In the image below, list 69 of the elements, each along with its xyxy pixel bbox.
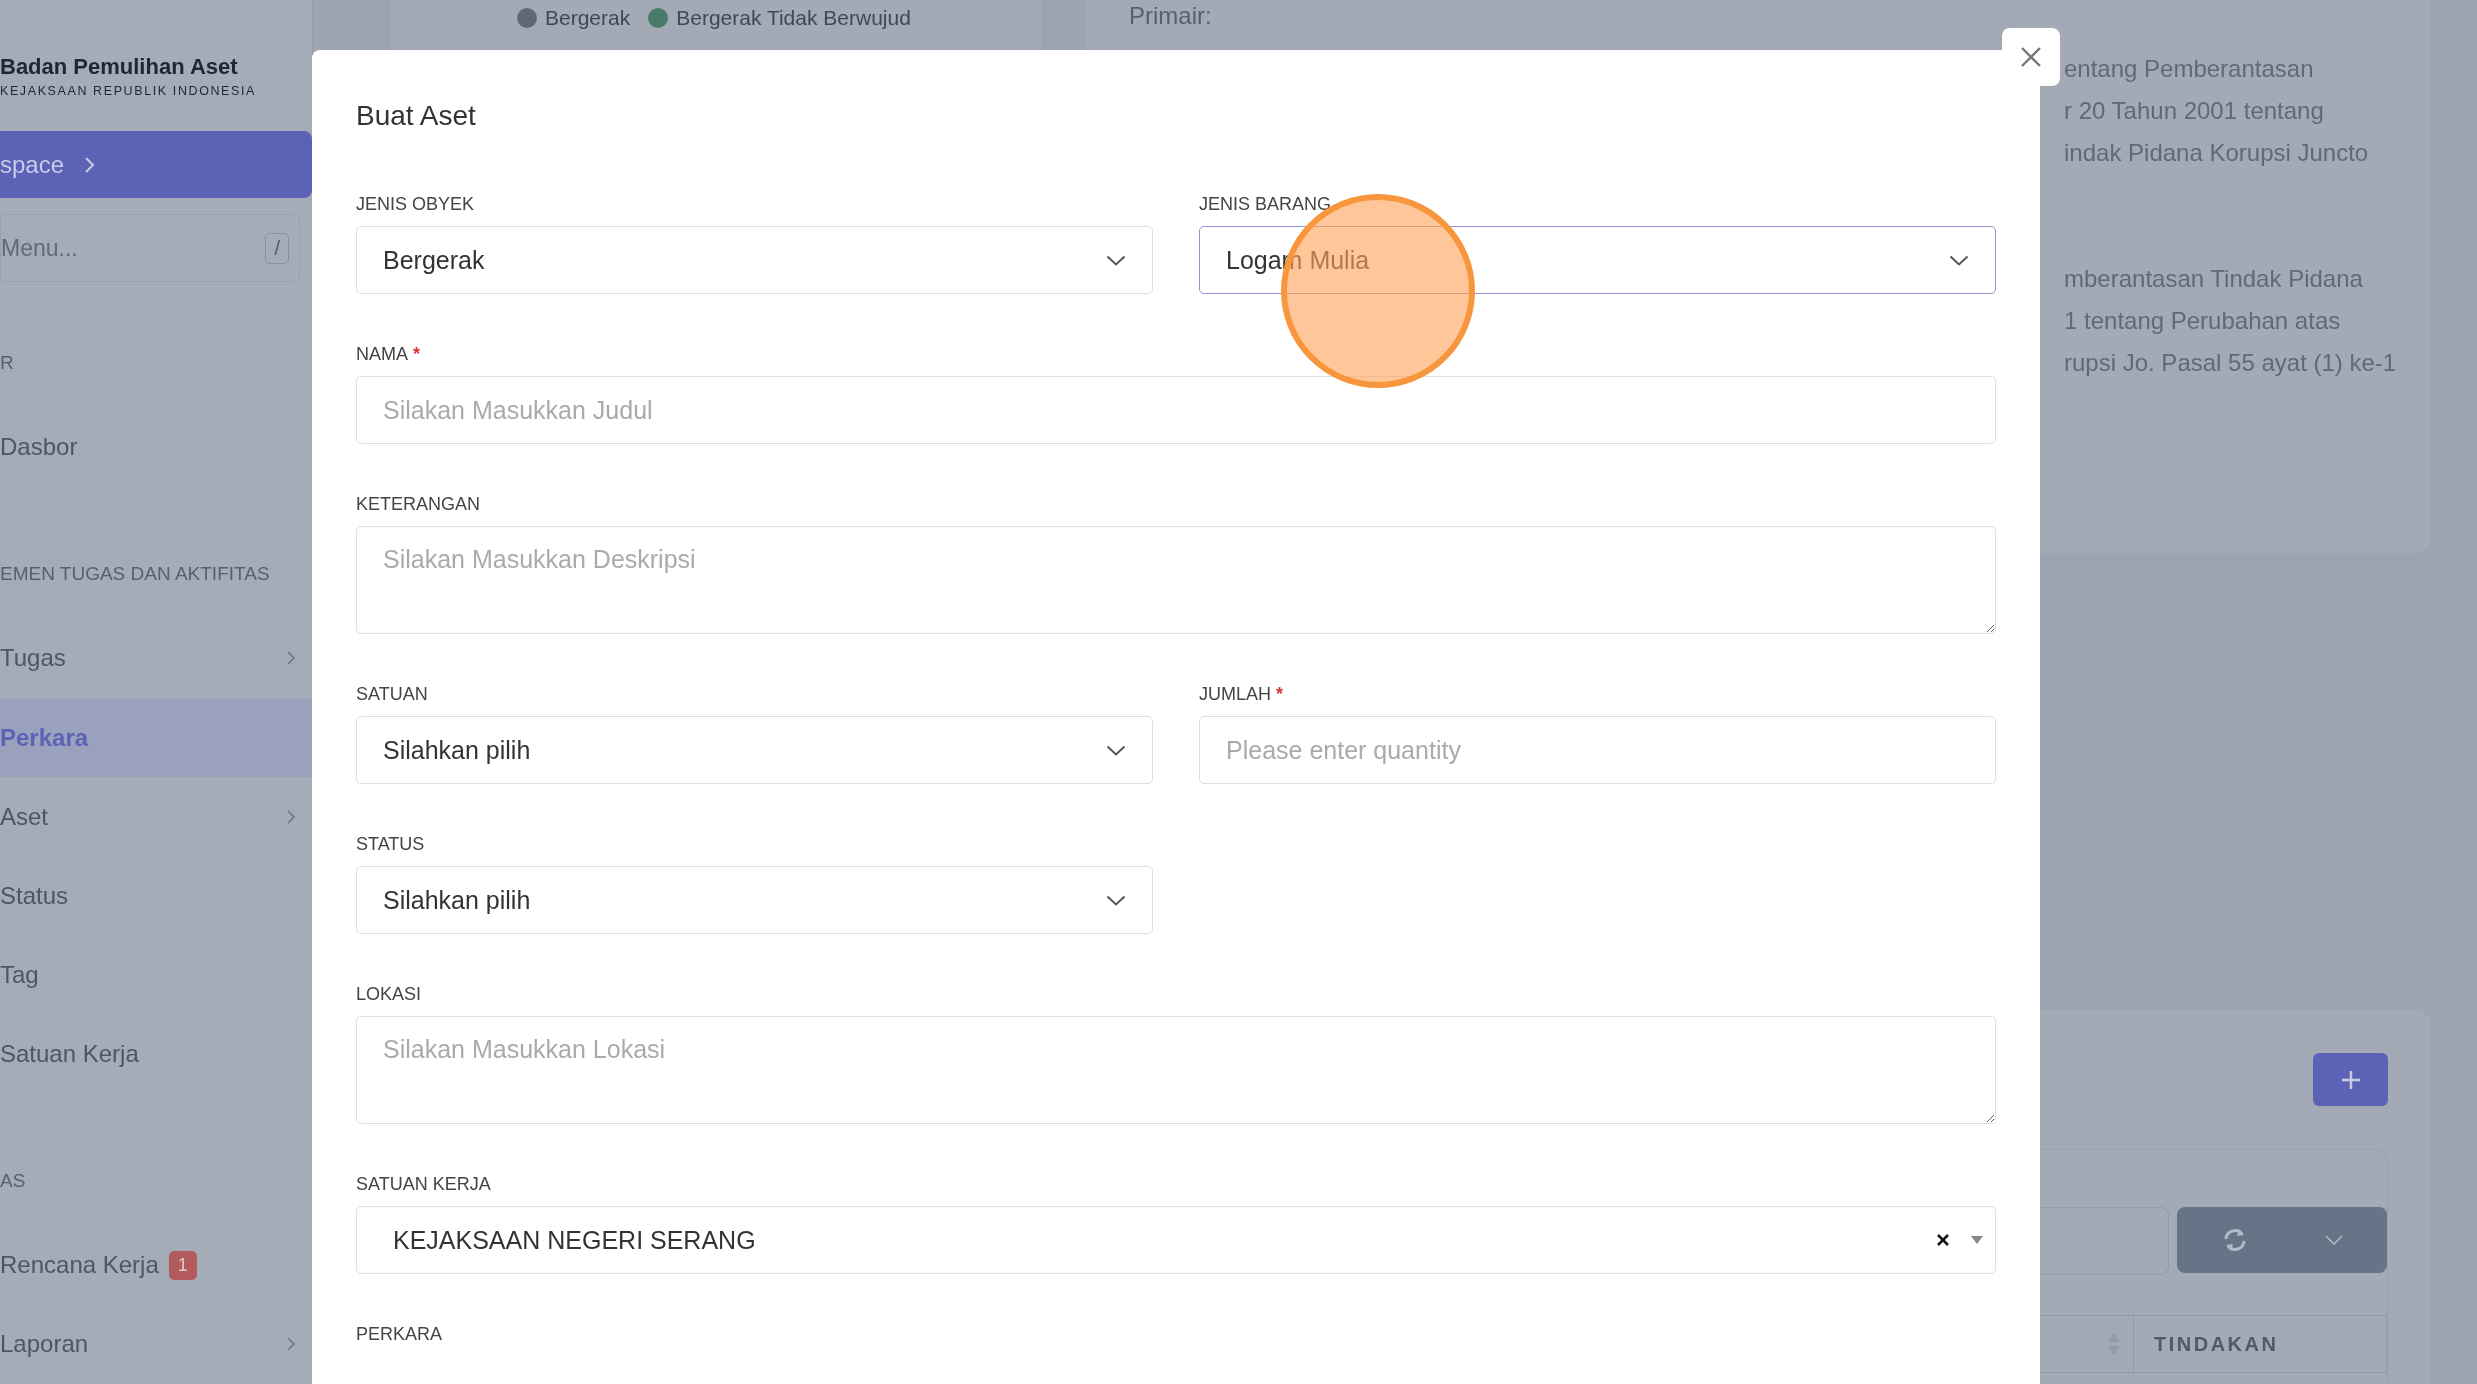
dialog-title: Buat Aset [356, 99, 477, 133]
nav-label: Satuan Kerja [0, 1040, 139, 1069]
menu-search-field[interactable]: Menu... / [0, 214, 300, 282]
select-field[interactable]: Bergerak [356, 226, 1153, 294]
chevron-down-icon [1106, 744, 1126, 756]
nav-label: Status [0, 881, 69, 910]
field-label: KETERANGAN [356, 494, 482, 516]
nav-item[interactable]: Tag [0, 935, 312, 1015]
nav-item[interactable]: Status [0, 856, 312, 936]
field-label: PERKARA [356, 1324, 444, 1346]
refresh-dropdown-button[interactable] [2177, 1207, 2387, 1273]
input-field[interactable]: Please enter quantity [1199, 716, 1996, 784]
nav-label: Dasbor [0, 433, 78, 462]
field-label: JENIS OBYEK [356, 194, 476, 216]
shortcut-key: / [265, 232, 289, 264]
section-heading: AS [0, 1169, 27, 1192]
nav-label: Rencana Kerja [0, 1251, 159, 1280]
count-badge: 1 [168, 1250, 197, 1280]
text-area[interactable]: Silakan Masukkan Deskripsi [356, 526, 1996, 634]
detail-text: 1 tentang Perubahan atas [2064, 306, 2342, 336]
field-label: LOKASI [356, 984, 423, 1006]
field-label: SATUAN KERJA [356, 1174, 492, 1196]
text-area[interactable]: Silakan Masukkan Lokasi [356, 1016, 1996, 1124]
input-field[interactable]: Silakan Masukkan Judul [356, 376, 1996, 444]
field-label: JENIS BARANG [1199, 194, 1333, 216]
chevron-right-icon [84, 155, 97, 174]
legend-label: Bergerak [545, 6, 631, 30]
detail-text: mberantasan Tindak Pidana [2064, 264, 2364, 294]
nav-label: Tugas [0, 644, 66, 673]
brand-title: Badan Pemulihan Aset [0, 54, 239, 80]
detail-text: indak Pidana Korupsi Juncto [2064, 138, 2370, 168]
dropdown-triangle-icon [1971, 1236, 1983, 1244]
nav-label: Laporan [0, 1330, 89, 1359]
field-label: NAMA * [356, 344, 422, 366]
detail-text: entang Pemberantasan [2064, 54, 2315, 84]
detail-text: rupsi Jo. Pasal 55 ayat (1) ke-1 [2064, 348, 2398, 378]
nav-label: Aset [0, 802, 49, 831]
search-placeholder: Menu... [1, 234, 78, 262]
nav-label: Perkara [0, 723, 89, 752]
nav-item[interactable]: Perkara [0, 698, 312, 778]
add-button[interactable] [2313, 1053, 2388, 1106]
nav-item[interactable]: Laporan [0, 1304, 312, 1384]
nav-item[interactable]: Dasbor [0, 407, 312, 487]
brand-subtitle: KEJAKSAAN REPUBLIK INDONESIA [0, 84, 257, 98]
nav-item[interactable]: Aset [0, 777, 312, 857]
workspace-button[interactable]: space [0, 131, 312, 199]
field-label: JUMLAH * [1199, 684, 1285, 706]
chevron-down-icon [1106, 894, 1126, 906]
nav-item[interactable]: Tugas [0, 618, 312, 698]
select-field[interactable]: Silahkan pilih [356, 866, 1153, 934]
plus-icon [2339, 1068, 2362, 1091]
nav-label: Tag [0, 961, 39, 989]
clear-icon[interactable] [1937, 1234, 1949, 1246]
chevron-down-icon [2325, 1235, 2343, 1245]
nav-item[interactable]: Satuan Kerja [0, 1014, 312, 1094]
select-field[interactable]: KEJAKSAAN NEGERI SERANG [356, 1206, 1996, 1274]
chevron-down-icon [1949, 254, 1969, 266]
detail-label: Primair: [1129, 2, 1213, 30]
section-heading: R [0, 351, 15, 374]
chevron-down-icon [1106, 254, 1126, 266]
column-header[interactable]: TINDAKAN [2134, 1316, 2386, 1372]
legend-label: Bergerak Tidak Berwujud [676, 6, 911, 30]
field-label: STATUS [356, 834, 426, 856]
field-label: SATUAN [356, 684, 429, 706]
nav-item[interactable]: Rencana Kerja 1 [0, 1225, 312, 1305]
detail-text: r 20 Tahun 2001 tentang [2064, 96, 2325, 126]
close-icon [2020, 46, 2042, 68]
select-field[interactable]: Silahkan pilih [356, 716, 1153, 784]
section-heading: EMEN TUGAS DAN AKTIFITAS [0, 562, 271, 585]
